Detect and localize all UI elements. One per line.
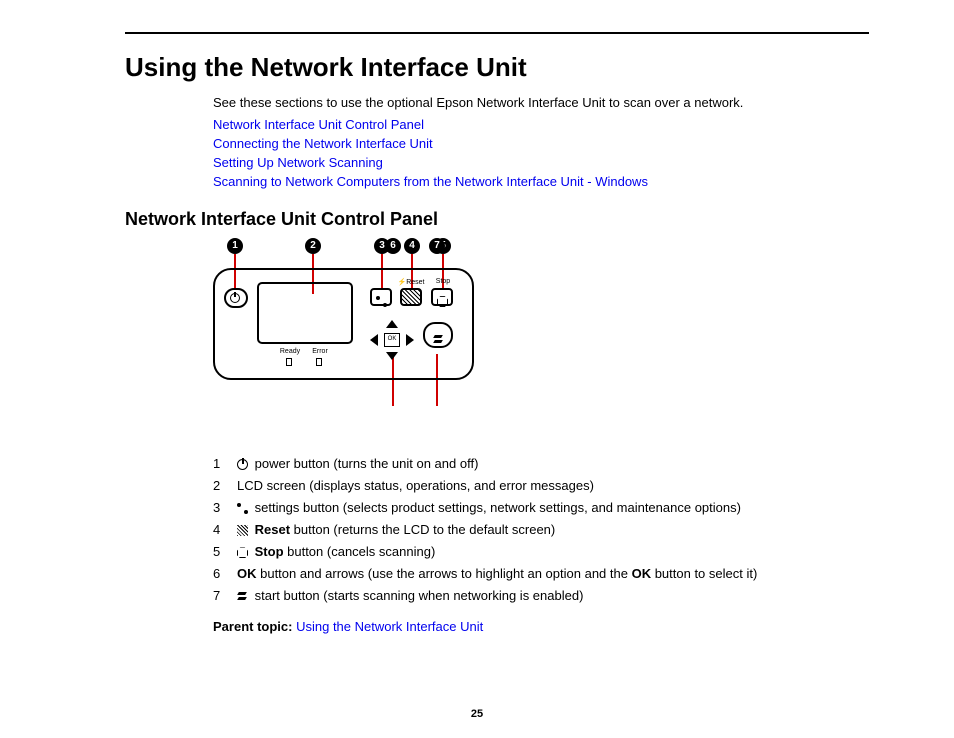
callout-1: 1 bbox=[227, 238, 243, 254]
toc-links: Network Interface Unit Control Panel Con… bbox=[125, 116, 869, 191]
link-control-panel[interactable]: Network Interface Unit Control Panel bbox=[213, 116, 869, 135]
settings-icon bbox=[376, 296, 387, 307]
page-title: Using the Network Interface Unit bbox=[125, 52, 869, 83]
stop-button bbox=[431, 288, 453, 306]
section-heading: Network Interface Unit Control Panel bbox=[125, 209, 869, 230]
callout-4: 4 bbox=[404, 238, 420, 254]
legend-row-2: 2LCD screen (displays status, operations… bbox=[213, 478, 869, 493]
callout-2: 2 bbox=[305, 238, 321, 254]
start-icon bbox=[433, 334, 444, 345]
page-number: 25 bbox=[0, 708, 954, 720]
top-rule bbox=[125, 32, 869, 34]
arrow-down-icon bbox=[386, 352, 398, 360]
stop-label: Stop bbox=[432, 278, 454, 285]
stop-icon bbox=[237, 547, 248, 558]
reset-icon bbox=[237, 525, 248, 536]
arrow-right-icon bbox=[406, 334, 414, 346]
intro-text: See these sections to use the optional E… bbox=[125, 95, 869, 110]
legend-row-1: 1 power button (turns the unit on and of… bbox=[213, 456, 869, 471]
ok-button: OK bbox=[384, 333, 400, 347]
legend-row-4: 4 Reset button (returns the LCD to the d… bbox=[213, 522, 869, 537]
power-button bbox=[224, 288, 248, 308]
callout-6: 6 bbox=[385, 238, 401, 254]
link-scan-windows[interactable]: Scanning to Network Computers from the N… bbox=[213, 173, 869, 192]
ready-led bbox=[286, 358, 292, 366]
legend-row-7: 7 start button (starts scanning when net… bbox=[213, 588, 869, 603]
reset-label: ⚡Reset bbox=[397, 278, 425, 286]
reset-button bbox=[400, 288, 422, 306]
panel-body: Ready Error ⚡Reset Stop bbox=[213, 268, 474, 380]
link-connecting[interactable]: Connecting the Network Interface Unit bbox=[213, 135, 869, 154]
settings-icon bbox=[237, 503, 248, 514]
control-panel-diagram: 1 2 3 4 5 6 7 Ready bbox=[213, 238, 481, 424]
start-icon bbox=[237, 591, 248, 602]
parent-topic-link[interactable]: Using the Network Interface Unit bbox=[296, 619, 483, 634]
legend-row-5: 5 Stop button (cancels scanning) bbox=[213, 544, 869, 559]
arrow-up-icon bbox=[386, 320, 398, 328]
error-label: Error bbox=[309, 348, 331, 355]
parent-topic: Parent topic: Using the Network Interfac… bbox=[125, 619, 869, 634]
legend-row-3: 3 settings button (selects product setti… bbox=[213, 500, 869, 515]
start-button bbox=[423, 322, 453, 348]
link-setup-scanning[interactable]: Setting Up Network Scanning bbox=[213, 154, 869, 173]
lcd-screen bbox=[257, 282, 353, 344]
error-led bbox=[316, 358, 322, 366]
ready-label: Ready bbox=[277, 348, 303, 355]
power-icon bbox=[230, 293, 240, 303]
stop-icon bbox=[437, 296, 448, 307]
power-icon bbox=[237, 459, 248, 470]
legend-row-6: 6OK button and arrows (use the arrows to… bbox=[213, 566, 869, 581]
legend-table: 1 power button (turns the unit on and of… bbox=[125, 456, 869, 603]
arrow-left-icon bbox=[370, 334, 378, 346]
settings-button bbox=[370, 288, 392, 306]
arrow-pad: OK bbox=[370, 320, 414, 360]
